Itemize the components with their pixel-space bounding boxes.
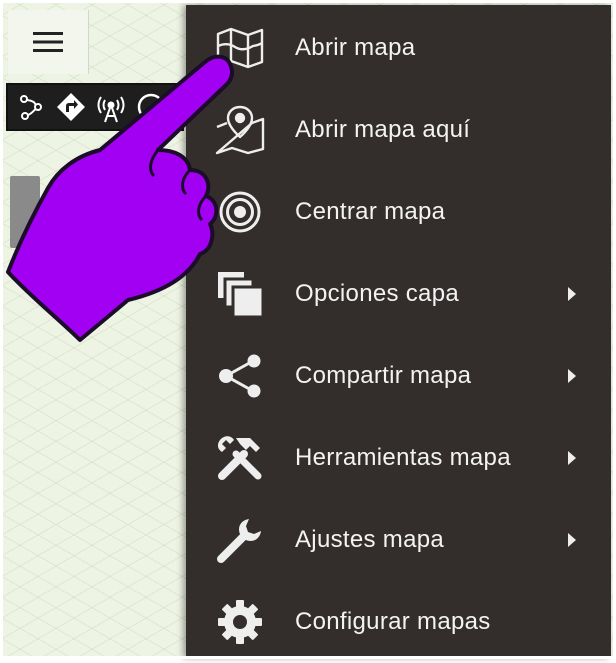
menu-item-label: Opciones capa bbox=[295, 280, 460, 307]
menu-item-centrar-mapa[interactable]: Centrar mapa bbox=[186, 171, 611, 253]
chevron-right-icon bbox=[568, 533, 576, 547]
tools-icon bbox=[212, 430, 268, 486]
compass-icon[interactable] bbox=[134, 90, 168, 124]
map-icon bbox=[212, 20, 268, 76]
hamburger-menu-icon bbox=[33, 32, 63, 52]
menu-item-ajustes-mapa[interactable]: Ajustes mapa bbox=[186, 499, 611, 581]
map-pin-icon bbox=[212, 102, 268, 158]
route-icon[interactable] bbox=[14, 90, 48, 124]
chevron-right-icon bbox=[568, 451, 576, 465]
map-toolbar bbox=[6, 83, 184, 131]
wrench-icon bbox=[212, 512, 268, 568]
menu-item-label: Configurar mapas bbox=[295, 608, 491, 635]
menu-item-label: Abrir mapa aquí bbox=[295, 116, 471, 143]
menu-item-label: Centrar mapa bbox=[295, 198, 446, 225]
menu-item-configurar-mapas[interactable]: Configurar mapas bbox=[186, 581, 611, 663]
target-icon bbox=[212, 184, 268, 240]
menu-item-label: Ajustes mapa bbox=[295, 526, 445, 553]
side-panel-handle[interactable] bbox=[10, 176, 40, 248]
menu-item-label: Abrir mapa bbox=[295, 34, 416, 61]
menu-item-abrir-mapa[interactable]: Abrir mapa bbox=[186, 7, 611, 89]
navigation-direction-icon[interactable] bbox=[54, 90, 88, 124]
layers-icon bbox=[212, 266, 268, 322]
chevron-right-icon bbox=[568, 287, 576, 301]
menu-item-label: Herramientas mapa bbox=[295, 444, 511, 471]
menu-item-compartir-mapa[interactable]: Compartir mapa bbox=[186, 335, 611, 417]
menu-item-label: Compartir mapa bbox=[295, 362, 472, 389]
gear-icon bbox=[212, 594, 268, 650]
share-icon bbox=[212, 348, 268, 404]
menu-item-herramientas-mapa[interactable]: Herramientas mapa bbox=[186, 417, 611, 499]
map-context-menu: Abrir mapa Abrir mapa aquí Centrar mapa bbox=[186, 5, 611, 658]
radio-tower-icon[interactable] bbox=[94, 90, 128, 124]
menu-item-abrir-mapa-aqui[interactable]: Abrir mapa aquí bbox=[186, 89, 611, 171]
hamburger-menu-button[interactable] bbox=[8, 10, 89, 74]
chevron-right-icon bbox=[568, 369, 576, 383]
menu-item-opciones-capa[interactable]: Opciones capa bbox=[186, 253, 611, 335]
